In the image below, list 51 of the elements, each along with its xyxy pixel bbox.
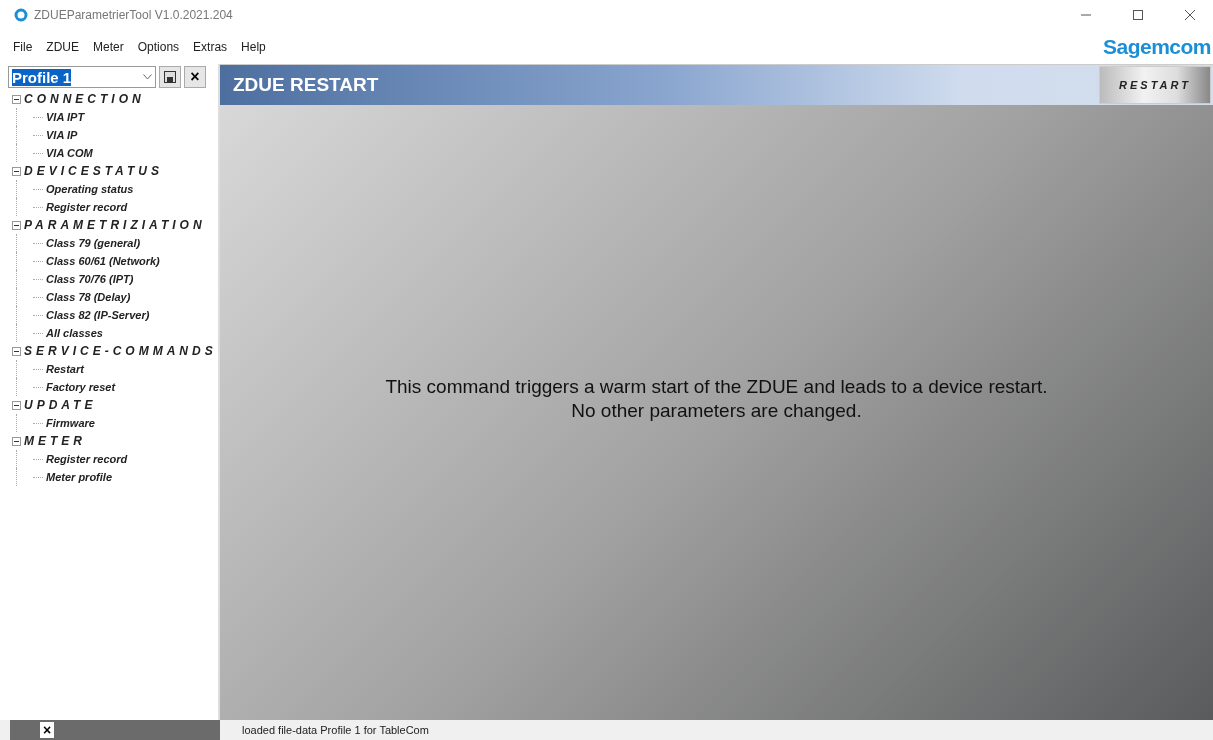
tree-item[interactable]: Meter profile xyxy=(46,471,112,483)
close-icon xyxy=(1185,10,1195,20)
collapse-icon[interactable] xyxy=(12,436,21,446)
tree-item[interactable]: Operating status xyxy=(46,183,134,195)
tree-item[interactable]: Class 70/76 (IPT) xyxy=(46,273,134,285)
window-title: ZDUEParametrierTool V1.0.2021.204 xyxy=(34,8,234,22)
tree-item[interactable]: Class 79 (general) xyxy=(46,237,141,249)
section-title: ZDUE RESTART xyxy=(232,74,380,96)
tree-group[interactable]: UPDATE xyxy=(24,398,97,412)
tree-item[interactable]: VIA IPT xyxy=(46,111,85,123)
status-close-button[interactable]: × xyxy=(40,722,54,738)
profile-dropdown[interactable]: Profile 1 xyxy=(8,66,156,88)
tree-group[interactable]: PARAMETRIZIATION xyxy=(24,218,206,232)
menu-item[interactable]: File xyxy=(6,40,40,54)
tree-item[interactable]: All classes xyxy=(46,327,103,339)
brand-logo: Sagemcom xyxy=(1102,35,1211,59)
tree-group[interactable]: METER xyxy=(24,434,86,448)
collapse-icon[interactable] xyxy=(12,166,21,176)
tree-item[interactable]: Register record xyxy=(46,453,128,465)
collapse-icon[interactable] xyxy=(12,346,21,356)
tree-group[interactable]: SERVICE-COMMANDS xyxy=(24,344,217,358)
menu-item[interactable]: Extras xyxy=(186,40,235,54)
collapse-icon[interactable] xyxy=(12,400,21,410)
status-text: loaded file-data Profile 1 for TableCom xyxy=(242,724,429,736)
tree-group[interactable]: CONNECTION xyxy=(24,92,145,106)
tree-item[interactable]: VIA COM xyxy=(46,147,93,159)
maximize-icon xyxy=(1133,10,1143,20)
tree-item[interactable]: Restart xyxy=(46,363,84,375)
tree-item[interactable]: Class 82 (IP-Server) xyxy=(46,309,150,321)
collapse-icon[interactable] xyxy=(12,220,21,230)
save-icon xyxy=(164,71,176,83)
save-button[interactable] xyxy=(159,66,181,88)
tree-item[interactable]: Factory reset xyxy=(46,381,116,393)
message-text: This command triggers a warm start of the ZDUE and leads to a device restart. xyxy=(385,374,1048,399)
chevron-down-icon xyxy=(143,74,152,80)
menu-item[interactable]: Options xyxy=(130,40,187,54)
profile-value: Profile 1 xyxy=(12,68,72,86)
close-profile-button[interactable]: × xyxy=(184,66,206,88)
tree-item[interactable]: Class 60/61 (Network) xyxy=(46,255,160,267)
restart-button[interactable]: RESTART xyxy=(1099,66,1211,104)
menu-item[interactable]: Meter xyxy=(86,40,131,54)
menu-item[interactable]: Help xyxy=(234,40,273,54)
app-logo-icon xyxy=(14,8,28,22)
tree-group[interactable]: DEVICESTATUS xyxy=(24,164,163,178)
tree-item[interactable]: Firmware xyxy=(46,417,95,429)
tree-item[interactable]: Register record xyxy=(46,201,128,213)
tree-item[interactable]: VIA IP xyxy=(46,129,78,141)
message-text: No other parameters are changed. xyxy=(571,398,862,423)
menu-item[interactable]: ZDUE xyxy=(39,40,86,54)
tree-item[interactable]: Class 78 (Delay) xyxy=(46,291,131,303)
collapse-icon[interactable] xyxy=(12,94,21,104)
